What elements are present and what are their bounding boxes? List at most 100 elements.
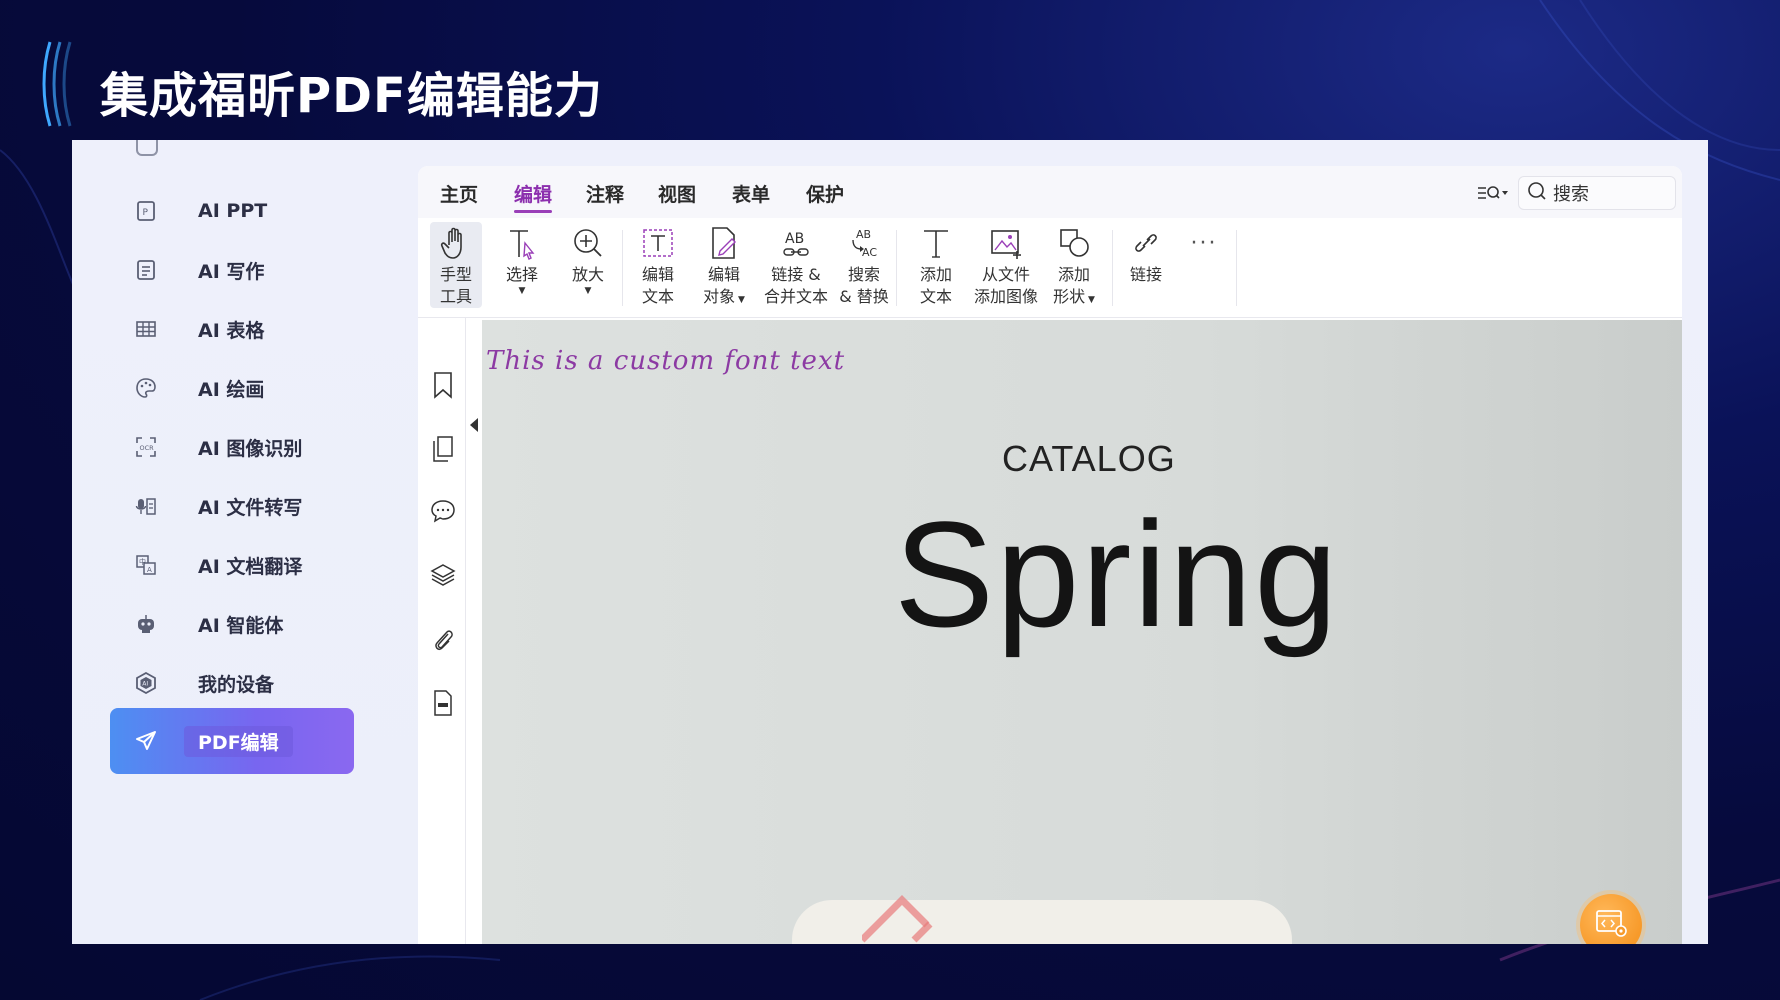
edit-ribbon: 手型 工具 选择 ▼ 放大 ▼ 编辑 文本 编辑 对象 ▼ AB 链接 & 合并… <box>418 218 1682 318</box>
sidebar: P AI PPT AI 写作 AI 表格 AI 绘画 OCR AI 图像识别 A… <box>72 140 412 944</box>
sidebar-item-ai-painting[interactable]: AI 绘画 <box>110 355 354 421</box>
ribbon-separator <box>622 230 623 306</box>
search-icon <box>1527 181 1547 205</box>
chevron-down-icon: ▼ <box>584 286 592 296</box>
add-shape-button[interactable]: 添加 形状 ▼ <box>1050 222 1098 308</box>
chevron-down-icon: ▼ <box>518 286 526 296</box>
add-text-button[interactable]: 添加 文本 <box>914 222 958 308</box>
edit-text-icon <box>641 222 675 264</box>
ai-device-icon: AI <box>134 671 158 695</box>
sidebar-item-label: AI 文件转写 <box>198 496 303 519</box>
edit-object-icon <box>707 222 741 264</box>
text-cursor-icon <box>505 222 539 264</box>
svg-text:AB: AB <box>856 228 871 241</box>
add-text-icon <box>919 222 953 264</box>
code-settings-icon <box>1594 908 1628 942</box>
sidebar-item-label: PDF编辑 <box>184 725 293 757</box>
sidebar-item-ai-ppt[interactable]: P AI PPT <box>110 178 354 244</box>
search-replace-button[interactable]: AB AC 搜索 & 替换 <box>838 222 890 308</box>
navigation-panel <box>418 318 466 944</box>
link-merge-text-button[interactable]: AB 链接 & 合并文本 <box>764 222 828 308</box>
sidebar-item-ai-translate[interactable]: 中A AI 文档翻译 <box>110 532 354 598</box>
edit-object-button[interactable]: 编辑 对象 ▼ <box>700 222 748 308</box>
comments-icon[interactable] <box>430 496 456 526</box>
svg-text:AB: AB <box>785 231 804 247</box>
more-icon: ··· <box>1190 230 1218 256</box>
sidebar-item-label: AI 绘画 <box>198 378 265 401</box>
chevron-down-icon: ▼ <box>735 295 745 305</box>
sidebar-item-label: AI 写作 <box>198 260 265 283</box>
sidebar-item-label: AI 表格 <box>198 319 265 342</box>
sidebar-item-label: AI 智能体 <box>198 614 284 637</box>
search-placeholder: 搜索 <box>1553 184 1589 205</box>
hand-icon <box>439 222 473 264</box>
catalog-heading[interactable]: CATALOG <box>1002 438 1176 480</box>
sidebar-item-my-devices[interactable]: AI 我的设备 <box>110 650 354 716</box>
svg-text:AI: AI <box>142 681 148 688</box>
sidebar-item-ai-agent[interactable]: AI 智能体 <box>110 591 354 657</box>
chevron-down-icon: ▼ <box>1085 295 1095 305</box>
sidebar-item-ai-transcribe[interactable]: AI 文件转写 <box>110 473 354 539</box>
translate-icon: 中A <box>134 553 158 577</box>
ribbon-separator <box>896 230 897 306</box>
edit-text-button[interactable]: 编辑 文本 <box>634 222 682 308</box>
sidebar-item-label: AI PPT <box>198 200 268 222</box>
table-icon <box>134 317 158 341</box>
app-screenshot: P AI PPT AI 写作 AI 表格 AI 绘画 OCR AI 图像识别 A… <box>72 140 1708 944</box>
search-input[interactable]: 搜索 <box>1518 176 1676 210</box>
ppt-icon: P <box>134 199 158 223</box>
pdf-page-canvas[interactable]: This is a custom font text CATALOG Sprin… <box>482 320 1682 944</box>
link-merge-icon: AB <box>779 222 813 264</box>
tab-edit[interactable]: 编辑 <box>514 180 553 213</box>
watermark-logo <box>862 895 933 943</box>
tab-view[interactable]: 视图 <box>658 180 696 207</box>
link-icon <box>1129 222 1163 264</box>
add-image-icon <box>989 222 1023 264</box>
sidebar-item-ai-writing[interactable]: AI 写作 <box>110 237 354 303</box>
ribbon-separator <box>1236 230 1237 306</box>
developer-tools-fab[interactable] <box>1580 894 1642 944</box>
scrolled-item-icon <box>136 140 158 156</box>
title-decoration <box>42 41 72 127</box>
mic-file-icon <box>134 494 158 518</box>
tab-form[interactable]: 表单 <box>732 180 770 207</box>
svg-text:中: 中 <box>139 557 146 566</box>
sidebar-item-label: AI 文档翻译 <box>198 555 303 578</box>
add-image-button[interactable]: 从文件 添加图像 <box>974 222 1038 308</box>
paper-plane-icon <box>134 729 158 753</box>
sidebar-item-ai-ocr[interactable]: OCR AI 图像识别 <box>110 414 354 480</box>
select-button[interactable]: 选择 ▼ <box>500 222 544 308</box>
palette-icon <box>134 376 158 400</box>
hand-tool-button[interactable]: 手型 工具 <box>430 222 482 308</box>
link-button[interactable]: 链接 <box>1124 222 1168 308</box>
zoom-in-icon <box>571 222 605 264</box>
pdf-editor-window: 主页 编辑 注释 视图 表单 保护 搜索 手型 工具 选择 ▼ 放大 ▼ 编辑 … <box>418 166 1682 944</box>
more-button[interactable]: ··· <box>1184 222 1224 308</box>
document-icon <box>134 258 158 282</box>
custom-font-text[interactable]: This is a custom font text <box>486 346 845 376</box>
tab-annotate[interactable]: 注释 <box>586 180 624 207</box>
ribbon-mode-toggle[interactable] <box>1476 182 1512 204</box>
attachment-icon[interactable] <box>430 624 456 654</box>
sidebar-item-pdf-edit[interactable]: PDF编辑 <box>110 708 354 774</box>
spring-headline[interactable]: Spring <box>894 488 1340 661</box>
tab-home[interactable]: 主页 <box>440 180 478 207</box>
sidebar-item-ai-table[interactable]: AI 表格 <box>110 296 354 362</box>
slide-title: 集成福昕PDF编辑能力 <box>100 68 603 124</box>
document-properties-icon[interactable] <box>430 688 456 718</box>
ocr-icon: OCR <box>134 435 158 459</box>
ribbon-separator <box>1112 230 1113 306</box>
pages-icon[interactable] <box>430 434 456 464</box>
tab-protect[interactable]: 保护 <box>806 180 844 207</box>
svg-text:OCR: OCR <box>140 444 155 452</box>
sidebar-item-label: 我的设备 <box>198 673 275 696</box>
layers-icon[interactable] <box>430 560 456 590</box>
svg-text:AC: AC <box>862 246 877 259</box>
zoom-in-button[interactable]: 放大 ▼ <box>566 222 610 308</box>
robot-icon <box>134 612 158 636</box>
search-replace-icon: AB AC <box>847 222 881 264</box>
bookmark-icon[interactable] <box>430 370 456 400</box>
shapes-icon <box>1057 222 1091 264</box>
collapse-panel-button[interactable] <box>470 418 478 432</box>
sidebar-item-label: AI 图像识别 <box>198 437 303 460</box>
